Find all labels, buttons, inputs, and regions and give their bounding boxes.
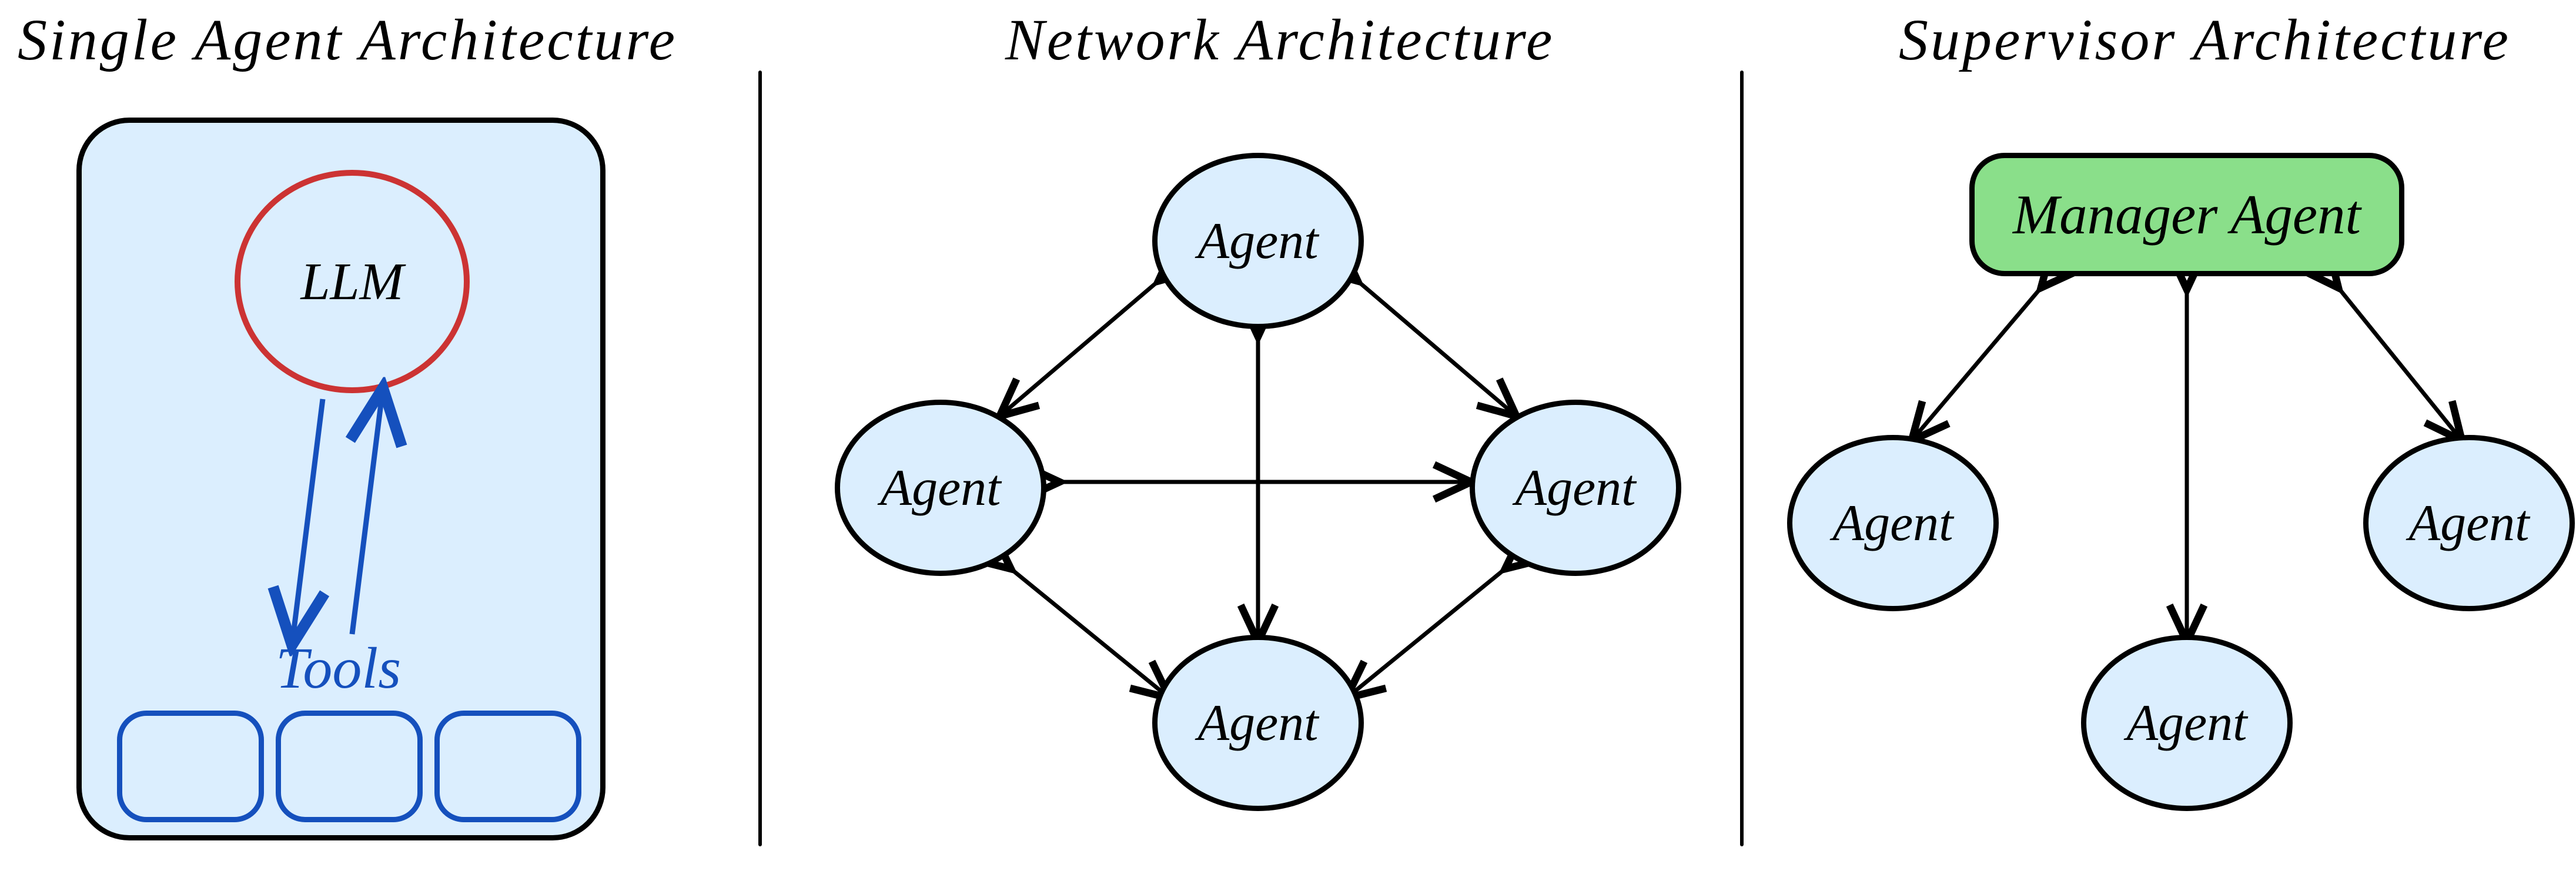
llm-node: LLM — [235, 170, 470, 393]
agent-node-bottom: Agent — [1152, 635, 1364, 811]
supervisor-panel: Supervisor Architecture Manager Agent Ag… — [1769, 0, 2575, 881]
agent-node-left: Agent — [835, 400, 1046, 576]
manager-node: Manager Agent — [1969, 153, 2404, 276]
tools-label: Tools — [276, 634, 401, 702]
network-title: Network Architecture — [1005, 6, 1554, 73]
tool-slot — [434, 711, 581, 822]
network-panel: Network Architecture Agent Agent Agent A… — [788, 0, 1728, 881]
panel-divider — [1740, 71, 1744, 846]
agent-node-top: Agent — [1152, 153, 1364, 329]
agent-node-center: Agent — [2081, 635, 2293, 811]
single-agent-panel: Single Agent Architecture LLM Tools — [0, 0, 752, 881]
supervisor-title: Supervisor Architecture — [1899, 6, 2511, 73]
panel-divider — [758, 71, 762, 846]
agent-node-right: Agent — [1470, 400, 1681, 576]
single-agent-title: Single Agent Architecture — [18, 6, 677, 73]
tool-slot — [117, 711, 264, 822]
tool-slot — [276, 711, 423, 822]
agent-node-right: Agent — [2363, 435, 2575, 611]
agent-node-left: Agent — [1787, 435, 1999, 611]
tool-group — [117, 711, 581, 822]
single-agent-card: LLM Tools — [76, 118, 605, 840]
